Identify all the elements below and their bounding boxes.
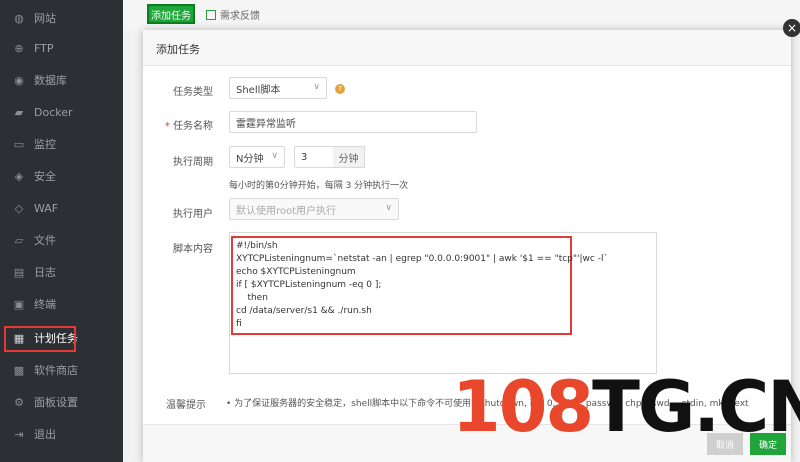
cancel-button[interactable]: 取消: [707, 433, 743, 455]
task-type-label: 任务类型: [173, 87, 213, 98]
script-line: echo $XYTCPListeningnum: [236, 267, 356, 277]
period-unit-select[interactable]: N分钟 ∨: [229, 146, 285, 168]
task-name-input[interactable]: 雷霆异常监听: [229, 111, 477, 133]
close-icon[interactable]: ×: [783, 19, 800, 37]
terminal-icon: ▣: [13, 297, 25, 311]
sidebar-item-label: 监控: [34, 138, 56, 151]
user-label: 执行用户: [173, 209, 213, 220]
user-placeholder: 默认使用root用户执行: [236, 205, 337, 217]
period-label: 执行周期: [173, 157, 213, 168]
sidebar-item-label: FTP: [34, 41, 54, 55]
sidebar-item-database[interactable]: ◉ 数据库: [0, 64, 123, 96]
sidebar-item-store[interactable]: ▩ 软件商店: [0, 354, 123, 386]
sidebar-item-website[interactable]: ◍ 网站: [0, 2, 123, 34]
task-name-label: * 任务名称: [133, 117, 213, 132]
waf-shield-icon: ◇: [14, 201, 24, 215]
log-icon: ▤: [13, 265, 25, 279]
dialog-title: 添加任务: [156, 43, 200, 56]
folder-icon: ▱: [14, 233, 24, 247]
database-icon: ◉: [14, 73, 24, 87]
store-icon: ▩: [13, 363, 25, 377]
period-hint: 每小时的第0分钟开始，每隔 3 分钟执行一次: [229, 181, 409, 191]
confirm-button[interactable]: 确定: [750, 433, 786, 455]
sidebar-item-label: 文件: [34, 234, 56, 247]
script-line: then: [236, 293, 268, 303]
sidebar-item-label: 安全: [34, 170, 56, 183]
task-type-select[interactable]: Shell脚本 ∨: [229, 77, 327, 99]
watermark-logo: 108TG.CN: [452, 372, 800, 442]
period-number-value: 3: [301, 151, 308, 163]
feedback-label: 需求反馈: [220, 11, 260, 22]
task-name-label-text: 任务名称: [173, 121, 213, 132]
watermark-number: 108: [452, 366, 594, 448]
sidebar-item-docker[interactable]: ▰ Docker: [0, 96, 123, 128]
add-task-button[interactable]: 添加任务: [147, 4, 195, 24]
globe-icon: ◍: [14, 11, 24, 25]
user-select[interactable]: 默认使用root用户执行 ∨: [229, 198, 399, 220]
monitor-icon: ▭: [13, 137, 25, 151]
help-icon[interactable]: ?: [335, 84, 345, 94]
required-mark: *: [164, 121, 173, 132]
task-type-value: Shell脚本: [236, 84, 281, 96]
ftp-icon: ⊕: [14, 41, 24, 55]
sidebar-item-terminal[interactable]: ▣ 终端: [0, 288, 123, 320]
sidebar-item-label: WAF: [34, 201, 59, 215]
chevron-down-icon: ∨: [313, 82, 320, 92]
period-number-input[interactable]: 3: [294, 146, 334, 168]
sidebar-item-label: 数据库: [34, 74, 67, 87]
script-line: if [ $XYTCPListeningnum -eq 0 ];: [236, 280, 382, 290]
sidebar-item-logs[interactable]: ▤ 日志: [0, 256, 123, 288]
sidebar-item-label: 面板设置: [34, 396, 78, 409]
tip-label: 温馨提示: [166, 400, 206, 411]
sidebar-item-files[interactable]: ▱ 文件: [0, 224, 123, 256]
sidebar-item-label: 终端: [34, 298, 56, 311]
sidebar: ◍ 网站 ⊕ FTP ◉ 数据库 ▰ Docker ▭ 监控 ◈ 安全 ◇ WA…: [0, 0, 123, 462]
sidebar-item-label: 网站: [34, 12, 56, 25]
sidebar-item-logout[interactable]: ⇥ 退出: [0, 418, 123, 450]
logout-icon: ⇥: [14, 427, 24, 441]
chevron-down-icon: ∨: [271, 151, 278, 161]
script-line: XYTCPListeningnum=`netstat -an | egrep "…: [236, 254, 608, 264]
sidebar-item-panel-settings[interactable]: ⚙ 面板设置: [0, 386, 123, 418]
sidebar-item-label: Docker: [34, 105, 73, 119]
sidebar-item-ftp[interactable]: ⊕ FTP: [0, 32, 123, 64]
script-line: cd /data/server/s1 && ./run.sh: [236, 306, 372, 316]
active-item-highlight-box: [4, 326, 76, 352]
task-name-value: 雷霆异常监听: [236, 118, 296, 130]
script-line: fi: [236, 319, 242, 329]
script-label: 脚本内容: [173, 244, 213, 255]
period-unit-value: N分钟: [236, 153, 264, 165]
chevron-down-icon: ∨: [385, 203, 392, 213]
shield-icon: ◈: [14, 169, 24, 183]
feedback-link[interactable]: 需求反馈: [206, 7, 260, 22]
sidebar-item-label: 日志: [34, 266, 56, 279]
script-line: #!/bin/sh: [236, 241, 278, 251]
sidebar-item-label: 软件商店: [34, 364, 78, 377]
sidebar-item-label: 退出: [34, 428, 56, 441]
sidebar-item-monitor[interactable]: ▭ 监控: [0, 128, 123, 160]
sidebar-item-waf[interactable]: ◇ WAF: [0, 192, 123, 224]
edit-icon: [206, 9, 216, 20]
period-suffix: 分钟: [333, 146, 365, 168]
dialog-header: 添加任务: [143, 30, 791, 66]
sidebar-item-security[interactable]: ◈ 安全: [0, 160, 123, 192]
settings-icon: ⚙: [14, 395, 24, 409]
docker-icon: ▰: [14, 105, 24, 119]
